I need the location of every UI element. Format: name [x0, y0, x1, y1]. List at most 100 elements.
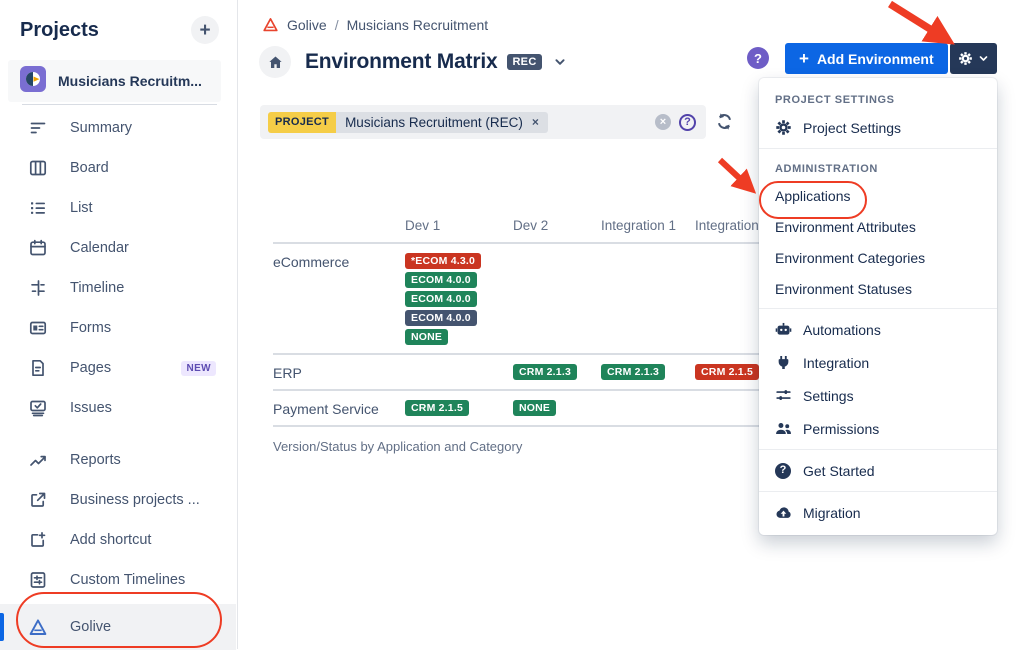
deployment-badge[interactable]: NONE	[405, 329, 448, 345]
clear-filter-icon[interactable]: ×	[655, 114, 671, 130]
home-icon	[267, 54, 284, 71]
deployment-badge[interactable]: CRM 2.1.3	[513, 364, 577, 380]
project-filter-chip[interactable]: PROJECT Musicians Recruitment (REC) ×	[268, 112, 548, 133]
sidebar-item-summary[interactable]: Summary	[0, 108, 236, 148]
menu-item-integration[interactable]: Integration	[759, 346, 997, 379]
matrix-row-ecommerce: eCommerce *ECOM 4.3.0 ECOM 4.0.0 ECOM 4.…	[273, 244, 770, 355]
project-name: Musicians Recruitm...	[58, 73, 202, 89]
menu-item-environment-statuses[interactable]: Environment Statuses	[759, 273, 997, 304]
chevron-down-icon	[978, 53, 989, 64]
divider	[759, 491, 997, 492]
golive-breadcrumb-icon	[262, 16, 279, 33]
sidebar-item-list[interactable]: List	[0, 188, 236, 228]
add-project-button[interactable]: +	[191, 16, 219, 44]
divider	[759, 449, 997, 450]
help-button[interactable]: ?	[747, 47, 769, 69]
chip-value-text: Musicians Recruitment (REC)	[345, 115, 523, 130]
sidebar-project-musicians-recruitment[interactable]: Musicians Recruitm...	[8, 60, 221, 102]
chip-remove-icon[interactable]: ×	[532, 115, 539, 129]
menu-item-label: Environment Categories	[775, 250, 925, 266]
sidebar-item-pages[interactable]: Pages NEW	[0, 348, 236, 388]
matrix-column-header: Integration 1	[601, 218, 695, 233]
divider	[22, 104, 217, 105]
list-icon	[28, 198, 48, 218]
sidebar-item-label: Timeline	[70, 280, 124, 296]
golive-logo-icon	[28, 617, 48, 637]
settings-dropdown-menu: PROJECT SETTINGS Project Settings ADMINI…	[759, 78, 997, 535]
menu-item-label: Environment Attributes	[775, 219, 916, 235]
calendar-icon	[28, 238, 48, 258]
projects-heading: Projects	[20, 19, 99, 42]
menu-item-label: Migration	[803, 505, 861, 521]
menu-item-permissions[interactable]: Permissions	[759, 412, 997, 445]
sidebar-item-reports[interactable]: Reports	[0, 440, 236, 480]
menu-item-label: Get Started	[803, 463, 875, 479]
gear-icon	[775, 119, 793, 137]
menu-item-label: Environment Statuses	[775, 281, 912, 297]
sidebar-item-board[interactable]: Board	[0, 148, 236, 188]
sidebar: Projects + Musicians Recruitm... Summary…	[0, 0, 238, 649]
sidebar-item-add-shortcut[interactable]: Add shortcut	[0, 520, 236, 560]
menu-item-applications[interactable]: Applications	[759, 180, 997, 211]
add-shortcut-icon	[28, 530, 48, 550]
timeline-icon	[28, 278, 48, 298]
filter-help-icon[interactable]: ?	[679, 114, 696, 131]
sidebar-item-timeline[interactable]: Timeline	[0, 268, 236, 308]
deployment-badge[interactable]: *ECOM 4.3.0	[405, 253, 481, 269]
divider	[759, 308, 997, 309]
menu-item-get-started[interactable]: ? Get Started	[759, 454, 997, 487]
board-icon	[28, 158, 48, 178]
chip-type-label: PROJECT	[268, 112, 336, 133]
row-label: eCommerce	[273, 253, 405, 270]
menu-item-automations[interactable]: Automations	[759, 313, 997, 346]
plug-icon	[775, 354, 793, 372]
deployment-badge[interactable]: ECOM 4.0.0	[405, 272, 477, 288]
deployment-badge[interactable]: ECOM 4.0.0	[405, 310, 477, 326]
menu-item-environment-categories[interactable]: Environment Categories	[759, 242, 997, 273]
row-label: Payment Service	[273, 400, 405, 417]
deployment-badge[interactable]: CRM 2.1.5	[405, 400, 469, 416]
breadcrumb-app[interactable]: Golive	[287, 17, 327, 33]
home-button[interactable]	[259, 46, 291, 78]
sidebar-item-custom-timelines[interactable]: Custom Timelines	[0, 560, 236, 600]
issues-icon	[28, 398, 48, 418]
menu-item-environment-attributes[interactable]: Environment Attributes	[759, 211, 997, 242]
sidebar-item-golive[interactable]: Golive	[0, 604, 236, 650]
sidebar-item-business-projects[interactable]: Business projects ...	[0, 480, 236, 520]
sidebar-item-calendar[interactable]: Calendar	[0, 228, 236, 268]
add-environment-label: Add Environment	[817, 51, 934, 67]
sidebar-item-label: Summary	[70, 120, 132, 136]
matrix-column-header: Dev 1	[405, 218, 513, 233]
menu-item-label: Applications	[775, 188, 851, 204]
robot-icon	[775, 321, 793, 339]
menu-item-settings[interactable]: Settings	[759, 379, 997, 412]
external-link-icon	[28, 490, 48, 510]
deployment-badge[interactable]: ECOM 4.0.0	[405, 291, 477, 307]
question-circle-icon: ?	[775, 462, 793, 480]
chevron-down-icon[interactable]	[552, 54, 568, 70]
sidebar-item-label: Reports	[70, 452, 121, 468]
menu-item-migration[interactable]: Migration	[759, 496, 997, 529]
sidebar-item-forms[interactable]: Forms	[0, 308, 236, 348]
sidebar-item-label: List	[70, 200, 93, 216]
breadcrumb-project[interactable]: Musicians Recruitment	[347, 17, 489, 33]
deployment-badge[interactable]: CRM 2.1.5	[695, 364, 759, 380]
menu-item-label: Permissions	[803, 421, 879, 437]
sidebar-item-label: Business projects ...	[70, 492, 200, 508]
add-environment-button[interactable]: + Add Environment	[785, 43, 948, 74]
sidebar-item-label: Custom Timelines	[70, 572, 185, 588]
menu-item-label: Settings	[803, 388, 854, 404]
filter-bar: PROJECT Musicians Recruitment (REC) × × …	[260, 105, 706, 139]
deployment-badge[interactable]: CRM 2.1.3	[601, 364, 665, 380]
sidebar-item-label: Board	[70, 160, 109, 176]
refresh-icon[interactable]	[715, 112, 734, 131]
settings-menu-button[interactable]	[950, 43, 997, 74]
sidebar-item-issues[interactable]: Issues	[0, 388, 236, 428]
matrix-column-header: Dev 2	[513, 218, 601, 233]
sidebar-item-label: Pages	[70, 360, 111, 376]
project-avatar	[20, 66, 46, 97]
menu-item-project-settings[interactable]: Project Settings	[759, 111, 997, 144]
matrix-caption: Version/Status by Application and Catego…	[273, 427, 770, 454]
menu-item-label: Automations	[803, 322, 881, 338]
deployment-badge[interactable]: NONE	[513, 400, 556, 416]
